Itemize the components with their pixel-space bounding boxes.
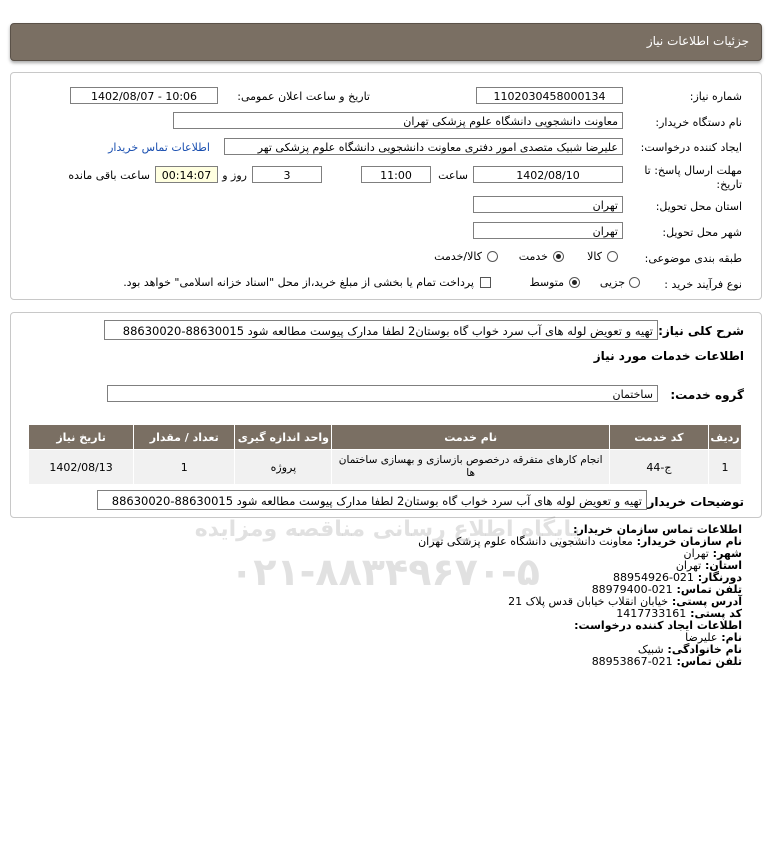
treasury-payment-checkbox[interactable] <box>480 277 491 288</box>
service-group-field: ساختمان <box>107 385 658 402</box>
category-goods-service-radio[interactable] <box>487 251 498 262</box>
page-header: جزئیات اطلاعات نیاز <box>10 23 762 61</box>
creator-field: علیرضا شبیک متصدی امور دفتری معاونت دانش… <box>224 138 623 155</box>
summary-field: تهیه و تعویض لوله های آب سرد خواب گاه بو… <box>104 320 658 340</box>
col-date: تاریخ نیاز <box>27 424 135 450</box>
service-group-label: گروه خدمت: <box>670 388 744 402</box>
service-date: 1402/08/13 <box>27 449 135 485</box>
deadline-time-field: 11:00 <box>361 166 431 183</box>
need-number-field: 1102030458000134 <box>476 87 623 104</box>
buyer-org-label: نام دستگاه خریدار: <box>655 116 742 129</box>
row-number: 1 <box>707 449 743 485</box>
process-medium-radio[interactable] <box>569 277 580 288</box>
category-goods-radio[interactable] <box>607 251 618 262</box>
services-table-header: ردیف کد خدمت نام خدمت واحد اندازه گیری ت… <box>27 424 743 450</box>
announce-label: تاریخ و ساعت اعلان عمومی: <box>237 90 370 103</box>
deadline-label: مهلت ارسال پاسخ: تا <box>644 164 742 177</box>
city-label: شهر محل تحویل: <box>662 226 742 239</box>
category-service-radio[interactable] <box>553 251 564 262</box>
deadline-date-label: تاریخ: <box>716 178 742 191</box>
service-name: انجام کارهای متفرقه درخصوص بازسازی و بهس… <box>331 449 610 485</box>
process-minor-label: جزیی <box>599 276 625 289</box>
summary-panel <box>10 312 762 518</box>
buyer-notes-label: توضیحات خریدار: <box>642 495 744 509</box>
category-label: طبقه بندی موضوعی: <box>644 252 742 265</box>
watermark-text-line2: ۰۲۱-۸۸۳۴۹۶۷۰-۵ <box>230 550 540 594</box>
summary-label: شرح کلی نیاز: <box>658 324 744 338</box>
service-name-line1: انجام کارهای متفرقه درخصوص بازسازی و بهس… <box>338 454 603 466</box>
process-minor-radio[interactable] <box>629 277 640 288</box>
days-field: 3 <box>252 166 322 183</box>
category-goods-service-label: کالا/خدمت <box>434 250 482 263</box>
col-unit: واحد اندازه گیری <box>234 424 333 450</box>
creator-phone-row: تلفن تماس: 021-88953867 <box>591 655 742 668</box>
category-goods-label: کالا <box>587 250 602 263</box>
treasury-payment-text: پرداخت تمام یا بخشی از مبلغ خرید،از محل … <box>123 276 474 289</box>
creator-phone: 021-88953867 <box>591 655 673 668</box>
days-label: روز و <box>222 169 247 182</box>
creator-info-title: اطلاعات ایجاد کننده درخواست: <box>574 619 742 632</box>
col-code: کد خدمت <box>608 424 709 450</box>
creator-label: ایجاد کننده درخواست: <box>640 141 742 154</box>
buyer-contact-link[interactable]: اطلاعات تماس خریدار <box>108 141 210 154</box>
col-name: نام خدمت <box>331 424 610 450</box>
time-label: ساعت <box>438 169 468 182</box>
announce-field: 1402/08/07 - 10:06 <box>70 87 218 104</box>
services-table: ردیف کد خدمت نام خدمت واحد اندازه گیری ت… <box>27 424 743 485</box>
deadline-date-field: 1402/08/10 <box>473 166 623 183</box>
service-name-line2: ها <box>466 467 476 479</box>
buyer-notes-field: تهیه و تعویض لوله های آب سرد خواب گاه بو… <box>97 490 647 510</box>
service-qty: 1 <box>133 449 236 485</box>
col-row: ردیف <box>707 424 743 450</box>
buyer-org-field: معاونت دانشجویی دانشگاه علوم پزشکی تهران <box>173 112 623 129</box>
contact-info: اطلاعات تماس سازمان خریدار: نام سازمان خ… <box>22 524 742 668</box>
remaining-label: ساعت باقی مانده <box>68 169 150 182</box>
col-qty: تعداد / مقدار <box>133 424 236 450</box>
process-label: نوع فرآیند خرید : <box>664 278 742 291</box>
need-info-panel <box>10 72 762 300</box>
service-unit: پروژه <box>234 449 333 485</box>
process-medium-label: متوسط <box>529 276 564 289</box>
watermark-text-line1: پایگاه اطلاع رسانی مناقصه ومزایده <box>194 517 580 542</box>
category-service-label: خدمت <box>518 250 548 263</box>
city-field: تهران <box>473 222 623 239</box>
remaining-time-field: 00:14:07 <box>155 166 218 183</box>
page-title: جزئیات اطلاعات نیاز <box>646 34 749 48</box>
creator-name-row: نام: علیرضا <box>685 631 742 644</box>
service-code: ج-44 <box>608 449 709 485</box>
need-number-label: شماره نیاز: <box>689 90 742 103</box>
province-field: تهران <box>473 196 623 213</box>
services-section-title: اطلاعات خدمات مورد نیاز <box>593 349 744 363</box>
table-row: 1 ج-44 انجام کارهای متفرقه درخصوص بازساز… <box>27 449 743 485</box>
province-label: استان محل تحویل: <box>655 200 742 213</box>
